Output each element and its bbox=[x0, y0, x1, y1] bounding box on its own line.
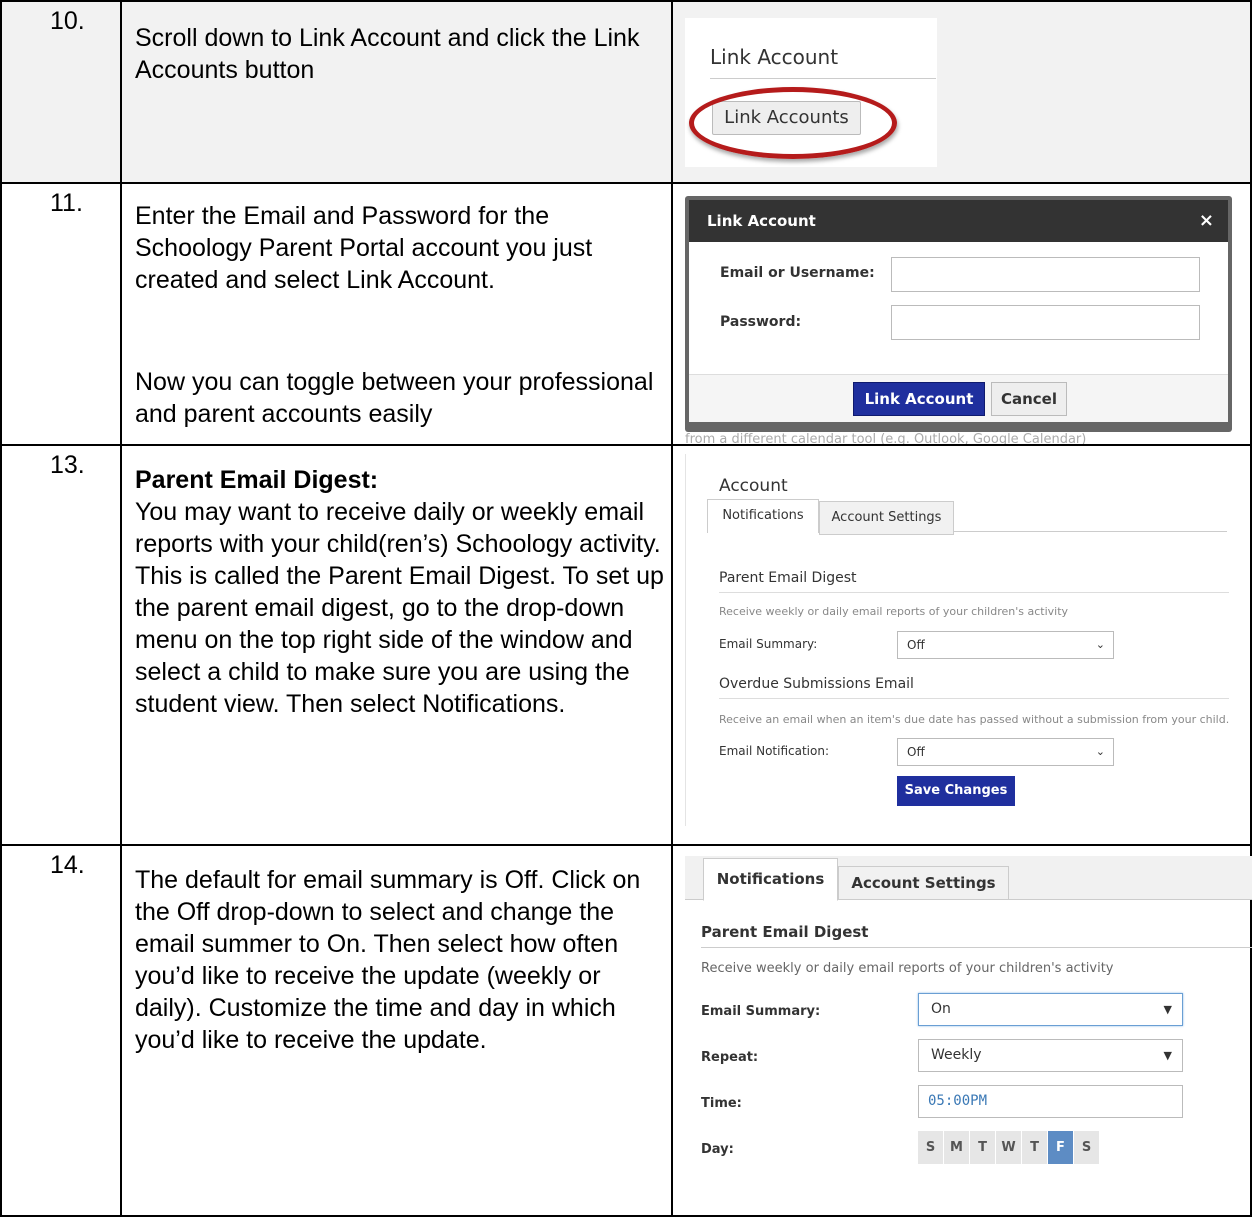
step-instruction: Enter the Email and Password for the Sch… bbox=[135, 202, 593, 294]
section-divider bbox=[719, 698, 1229, 699]
background-page-text: from a different calendar tool (e.g. Out… bbox=[685, 432, 1087, 444]
step-number: 10. bbox=[50, 7, 85, 35]
email-notification-value: Off bbox=[907, 745, 925, 759]
step-number-cell: 14. bbox=[2, 846, 122, 1215]
step-number-cell: 11. bbox=[2, 184, 122, 444]
step-instruction: The default for email summary is Off. Cl… bbox=[135, 866, 641, 1054]
day-label: Day: bbox=[701, 1142, 734, 1157]
day-picker: S M T W T F S bbox=[918, 1131, 1100, 1164]
day-sunday[interactable]: S bbox=[918, 1131, 944, 1164]
time-label: Time: bbox=[701, 1096, 742, 1111]
day-saturday[interactable]: S bbox=[1074, 1131, 1100, 1164]
email-summary-select[interactable]: Off ⌄ bbox=[897, 631, 1114, 659]
step-number: 13. bbox=[50, 451, 85, 479]
step-text-cell: Parent Email Digest: You may want to rec… bbox=[122, 446, 673, 844]
account-title: Account bbox=[719, 476, 788, 496]
modal-body: Email or Username: Password: bbox=[689, 242, 1228, 374]
email-summary-label: Email Summary: bbox=[701, 1004, 821, 1019]
password-field[interactable] bbox=[891, 305, 1200, 340]
repeat-label: Repeat: bbox=[701, 1050, 759, 1065]
modal-title: Link Account bbox=[707, 212, 816, 230]
step-screenshot: Link Account Link Accounts bbox=[673, 2, 1250, 182]
email-label: Email or Username: bbox=[720, 265, 875, 281]
section-divider bbox=[701, 947, 1252, 948]
account-panel: Account Notifications Account Settings P… bbox=[685, 454, 1241, 826]
close-icon[interactable]: × bbox=[1199, 200, 1214, 242]
time-input[interactable]: 05:00PM bbox=[918, 1085, 1183, 1118]
step-screenshot: Account Notifications Account Settings P… bbox=[673, 446, 1250, 844]
overdue-submissions-heading: Overdue Submissions Email bbox=[719, 676, 914, 692]
step-text-cell: The default for email summary is Off. Cl… bbox=[122, 846, 673, 1215]
step-number: 14. bbox=[50, 851, 85, 879]
step-heading: Parent Email Digest: bbox=[135, 466, 379, 494]
overdue-description: Receive an email when an item's due date… bbox=[719, 713, 1230, 726]
link-account-section: Link Account Link Accounts bbox=[685, 18, 937, 167]
step-instruction: Scroll down to Link Account and click th… bbox=[135, 24, 640, 84]
tab-account-settings[interactable]: Account Settings bbox=[838, 866, 1009, 900]
highlight-oval bbox=[689, 87, 897, 159]
chevron-down-icon: ⌄ bbox=[1095, 745, 1105, 758]
digest-description: Receive weekly or daily email reports of… bbox=[701, 961, 1114, 976]
email-field[interactable] bbox=[891, 257, 1200, 292]
cancel-button[interactable]: Cancel bbox=[991, 382, 1067, 416]
step-row-13: 13. Parent Email Digest: You may want to… bbox=[0, 444, 1252, 844]
caret-down-icon: ▼ bbox=[1163, 1003, 1172, 1016]
step-screenshot: from a different calendar tool (e.g. Out… bbox=[673, 184, 1250, 444]
step-number-cell: 10. bbox=[2, 2, 122, 182]
save-changes-button[interactable]: Save Changes bbox=[897, 776, 1015, 806]
day-tuesday[interactable]: T bbox=[970, 1131, 996, 1164]
step-number-cell: 13. bbox=[2, 446, 122, 844]
link-account-modal: Link Account × Email or Username: Passwo… bbox=[685, 196, 1232, 432]
email-notification-select[interactable]: Off ⌄ bbox=[897, 738, 1114, 766]
section-divider bbox=[710, 78, 936, 79]
step-instruction: You may want to receive daily or weekly … bbox=[135, 498, 664, 718]
email-summary-value: Off bbox=[907, 638, 925, 652]
password-label: Password: bbox=[720, 314, 802, 330]
day-wednesday[interactable]: W bbox=[996, 1131, 1022, 1164]
repeat-select[interactable]: Weekly ▼ bbox=[918, 1039, 1183, 1072]
step-text-cell: Scroll down to Link Account and click th… bbox=[122, 2, 673, 182]
email-notification-label: Email Notification: bbox=[719, 744, 830, 758]
chevron-down-icon: ⌄ bbox=[1095, 638, 1105, 651]
email-summary-label: Email Summary: bbox=[719, 637, 818, 651]
tab-notifications[interactable]: Notifications bbox=[707, 499, 819, 533]
parent-email-digest-heading: Parent Email Digest bbox=[719, 570, 857, 586]
step-screenshot: Notifications Account Settings Parent Em… bbox=[673, 846, 1252, 1215]
tab-account-settings[interactable]: Account Settings bbox=[819, 501, 954, 535]
modal-header: Link Account × bbox=[689, 200, 1228, 242]
step-row-11: 11. Enter the Email and Password for the… bbox=[0, 182, 1252, 444]
parent-email-digest-heading: Parent Email Digest bbox=[701, 923, 869, 941]
day-monday[interactable]: M bbox=[944, 1131, 970, 1164]
repeat-value: Weekly bbox=[931, 1047, 982, 1063]
section-divider bbox=[719, 592, 1229, 593]
step-note: Now you can toggle between your professi… bbox=[135, 368, 654, 428]
email-summary-value: On bbox=[931, 1001, 951, 1017]
link-account-title: Link Account bbox=[710, 45, 839, 69]
step-row-14: 14. The default for email summary is Off… bbox=[0, 844, 1252, 1217]
step-row-10: 10. Scroll down to Link Account and clic… bbox=[0, 0, 1252, 182]
step-number: 11. bbox=[50, 189, 83, 217]
day-thursday[interactable]: T bbox=[1022, 1131, 1048, 1164]
day-friday[interactable]: F bbox=[1048, 1131, 1074, 1164]
tab-notifications[interactable]: Notifications bbox=[703, 858, 838, 901]
link-account-submit-button[interactable]: Link Account bbox=[853, 382, 985, 416]
modal-footer: Link Account Cancel bbox=[689, 374, 1228, 422]
caret-down-icon: ▼ bbox=[1163, 1049, 1172, 1062]
digest-description: Receive weekly or daily email reports of… bbox=[719, 605, 1069, 618]
step-text-cell: Enter the Email and Password for the Sch… bbox=[122, 184, 673, 444]
email-summary-select[interactable]: On ▼ bbox=[918, 993, 1183, 1026]
